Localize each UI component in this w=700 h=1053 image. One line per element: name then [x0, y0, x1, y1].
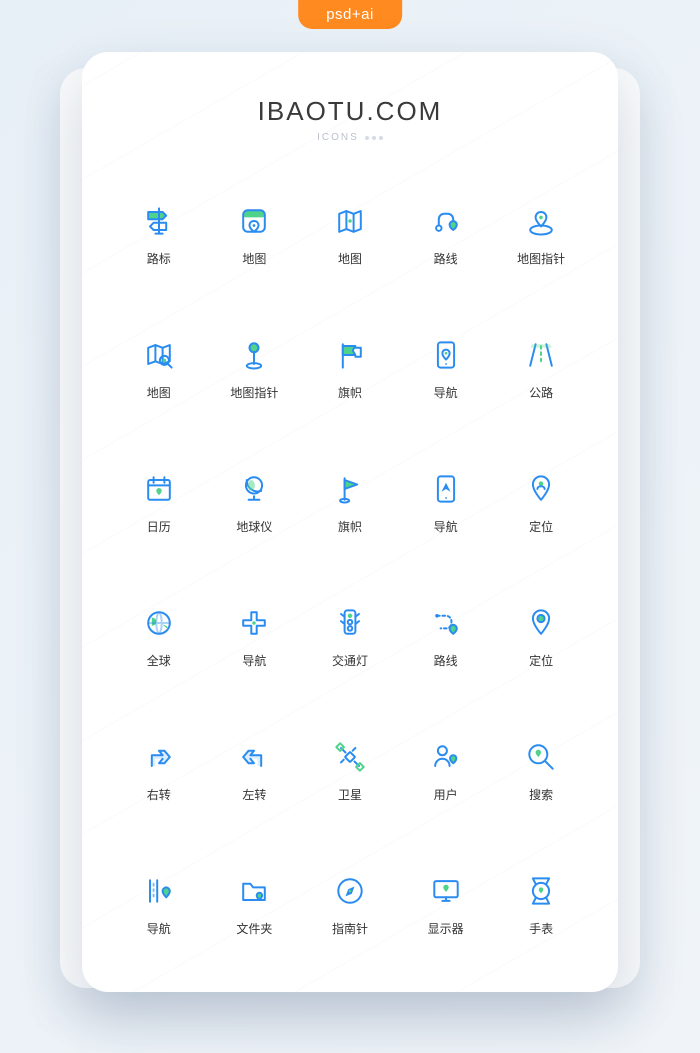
icon-label: 公路	[529, 384, 553, 401]
icon-cell-route-curve: 路线	[401, 579, 491, 695]
icon-cell-location-pin: 定位	[496, 579, 586, 695]
icon-label: 用户	[434, 786, 458, 803]
icon-label: 导航	[434, 384, 458, 401]
icon-cell-map-fold: 地图	[305, 177, 395, 293]
icon-cell-road-nav: 导航	[114, 846, 204, 962]
icon-label: 定位	[529, 518, 553, 535]
signpost-icon	[140, 202, 178, 240]
icon-cell-map-app: 地图	[210, 177, 300, 293]
icon-label: 路标	[147, 250, 171, 267]
compass-icon	[331, 872, 369, 910]
earth-icon	[140, 604, 178, 642]
location-user-icon	[522, 470, 560, 508]
dots-decoration	[365, 136, 383, 140]
icon-cell-folder: 文件夹	[210, 846, 300, 962]
icon-cell-map-search: 地图	[114, 311, 204, 427]
icon-label: 旗帜	[338, 518, 362, 535]
location-pin-icon	[522, 604, 560, 642]
watch-icon	[522, 872, 560, 910]
flag-icon	[331, 336, 369, 374]
route-icon	[427, 202, 465, 240]
icon-label: 地图	[338, 250, 362, 267]
icon-label: 手表	[529, 920, 553, 937]
route-curve-icon	[427, 604, 465, 642]
icon-label: 导航	[434, 518, 458, 535]
icon-cell-globe-stand: 地球仪	[210, 445, 300, 561]
page-title: IBAOTU.COM	[114, 96, 586, 127]
traffic-light-icon	[331, 604, 369, 642]
icon-label: 日历	[147, 518, 171, 535]
icon-cell-calendar: 日历	[114, 445, 204, 561]
icon-cell-flag: 旗帜	[305, 311, 395, 427]
flag-pennant-icon	[331, 470, 369, 508]
user-location-icon	[427, 738, 465, 776]
nav-compass-phone-icon	[427, 470, 465, 508]
format-badge: psd+ai	[298, 0, 402, 29]
icon-cell-satellite: 卫星	[305, 712, 395, 828]
icon-label: 显示器	[428, 920, 464, 937]
icon-cell-flag-pennant: 旗帜	[305, 445, 395, 561]
turn-left-icon	[235, 738, 273, 776]
page-subtitle: ICONS	[317, 132, 383, 143]
map-search-icon	[140, 336, 178, 374]
intersection-icon	[235, 604, 273, 642]
globe-stand-icon	[235, 470, 273, 508]
icon-label: 旗帜	[338, 384, 362, 401]
icon-label: 左转	[242, 786, 266, 803]
map-app-icon	[235, 202, 273, 240]
turn-right-icon	[140, 738, 178, 776]
icon-cell-earth: 全球	[114, 579, 204, 695]
icon-label: 文件夹	[236, 920, 272, 937]
icon-label: 搜索	[529, 786, 553, 803]
icon-label: 定位	[529, 652, 553, 669]
icon-cell-nav-phone: 导航	[401, 311, 491, 427]
icon-cell-map-pin: 地图指针	[210, 311, 300, 427]
icon-label: 地图指针	[517, 250, 565, 267]
icon-grid: 路标 地图 地图 路线 地图指针	[114, 177, 586, 962]
icon-label: 导航	[147, 920, 171, 937]
icon-cell-signpost: 路标	[114, 177, 204, 293]
map-pointer-icon	[522, 202, 560, 240]
icon-cell-user-location: 用户	[401, 712, 491, 828]
icon-cell-traffic-light: 交通灯	[305, 579, 395, 695]
icon-label: 导航	[242, 652, 266, 669]
icon-cell-turn-right: 右转	[114, 712, 204, 828]
folder-icon	[235, 872, 273, 910]
icon-cell-route: 路线	[401, 177, 491, 293]
icon-label: 交通灯	[332, 652, 368, 669]
icon-cell-watch: 手表	[496, 846, 586, 962]
icon-label: 地图	[242, 250, 266, 267]
icon-label: 路线	[434, 250, 458, 267]
icon-cell-compass: 指南针	[305, 846, 395, 962]
highway-icon	[522, 336, 560, 374]
map-pin-pointer-icon	[235, 336, 273, 374]
icon-label: 右转	[147, 786, 171, 803]
icon-cell-monitor: 显示器	[401, 846, 491, 962]
icon-cell-intersection: 导航	[210, 579, 300, 695]
icon-cell-nav-compass-phone: 导航	[401, 445, 491, 561]
calendar-icon	[140, 470, 178, 508]
icon-label: 卫星	[338, 786, 362, 803]
icon-label: 地球仪	[236, 518, 272, 535]
search-icon	[522, 738, 560, 776]
icon-label: 地图指针	[230, 384, 278, 401]
icon-cell-location-user: 定位	[496, 445, 586, 561]
card-header: IBAOTU.COM ICONS	[114, 96, 586, 145]
nav-phone-icon	[427, 336, 465, 374]
map-fold-icon	[331, 202, 369, 240]
monitor-icon	[427, 872, 465, 910]
satellite-icon	[331, 738, 369, 776]
icon-cell-highway: 公路	[496, 311, 586, 427]
icon-label: 地图	[147, 384, 171, 401]
icon-cell-map-pointer: 地图指针	[496, 177, 586, 293]
icon-label: 全球	[147, 652, 171, 669]
icon-card: IBAOTU.COM ICONS 路标 地图 地图	[82, 52, 618, 992]
icon-label: 指南针	[332, 920, 368, 937]
subtitle-text: ICONS	[317, 132, 359, 143]
road-nav-icon	[140, 872, 178, 910]
icon-cell-turn-left: 左转	[210, 712, 300, 828]
icon-label: 路线	[434, 652, 458, 669]
icon-cell-search: 搜索	[496, 712, 586, 828]
